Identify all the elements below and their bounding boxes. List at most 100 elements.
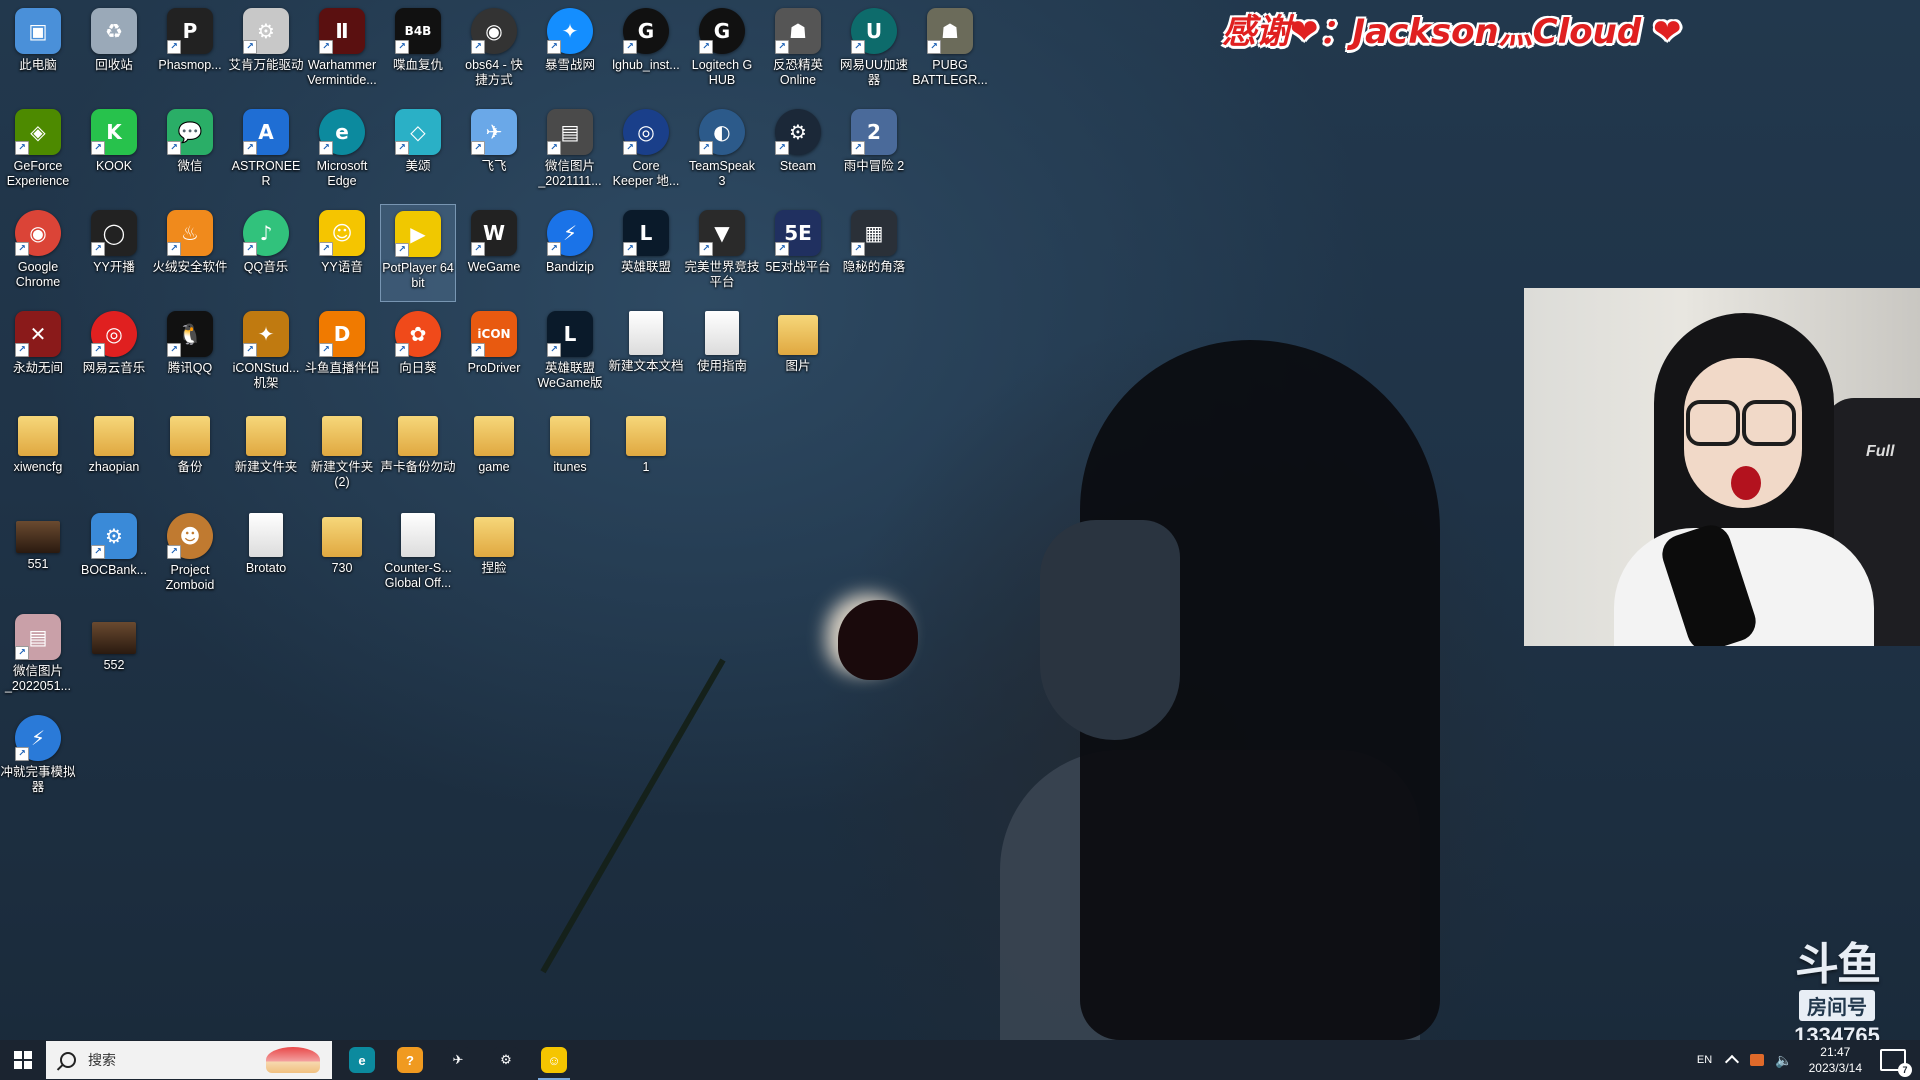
desktop-icon-item-37[interactable]: ✕ ↗ 永劫无间 xyxy=(0,305,76,403)
desktop-icon-1[interactable]: 1 xyxy=(608,406,684,504)
desktop-icon-item-15[interactable]: 💬 ↗ 微信 xyxy=(152,103,228,201)
desktop-icon-item-66[interactable]: ⚡ ↗ 冲就完事模拟 器 xyxy=(0,709,76,807)
taskbar-search-box[interactable]: 搜索 xyxy=(46,1041,332,1079)
desktop-icon-kook[interactable]: K ↗ KOOK xyxy=(76,103,152,201)
search-highlight-cake-icon[interactable] xyxy=(266,1047,320,1073)
taskbar-app-button[interactable]: ✈ xyxy=(434,1040,482,1080)
desktop-icon-lghub-inst[interactable]: G ↗ lghub_inst... xyxy=(608,2,684,100)
desktop-icon-2[interactable]: 新建文件夹 (2) xyxy=(304,406,380,504)
shortcut-arrow-icon: ↗ xyxy=(243,343,257,357)
desktop-icon-bandizip[interactable]: ⚡ ↗ Bandizip xyxy=(532,204,608,302)
taskbar-app-button[interactable]: ? xyxy=(386,1040,434,1080)
desktop-icon-item-51[interactable]: 新建文件夹 xyxy=(228,406,304,504)
desktop-icon-microsoft-edge[interactable]: e ↗ Microsoft Edge xyxy=(304,103,380,201)
desktop-icon-teamspeak-3[interactable]: ◐ ↗ TeamSpeak 3 xyxy=(684,103,760,201)
input-language[interactable]: EN xyxy=(1697,1054,1712,1066)
desktop-icon-label: ProDriver xyxy=(467,361,521,375)
desktop-icon-item-53[interactable]: 声卡备份勿动 xyxy=(380,406,456,504)
tray-app-icon[interactable] xyxy=(1750,1054,1765,1066)
desktop-icon-qq[interactable]: ♪ ↗ QQ音乐 xyxy=(228,204,304,302)
desktop-icon-item-1[interactable]: ♻ 回收站 xyxy=(76,2,152,100)
desktop-icon-brotato[interactable]: Brotato xyxy=(228,507,304,605)
shortcut-arrow-icon: ↗ xyxy=(623,242,637,256)
webcam-overlay: Full xyxy=(1524,288,1920,646)
desktop-icon-itunes[interactable]: itunes xyxy=(532,406,608,504)
desktop-icon-2021111[interactable]: ▤ ↗ 微信图片 _2021111... xyxy=(532,103,608,201)
desktop-icon-552[interactable]: 552 xyxy=(76,608,152,706)
desktop-icon-potplayer-64-bit[interactable]: ▶ ↗ PotPlayer 64 bit xyxy=(380,204,456,302)
desktop-icon-item-27[interactable]: ♨ ↗ 火绒安全软件 xyxy=(152,204,228,302)
app-icon: ☺ ↗ xyxy=(319,210,365,256)
desktop-icon-730[interactable]: 730 xyxy=(304,507,380,605)
desktop-icon-project-zomboid[interactable]: ☻ ↗ Project Zomboid xyxy=(152,507,228,605)
shortcut-arrow-icon: ↗ xyxy=(319,242,333,256)
taskbar-app-button[interactable]: ⚙ xyxy=(482,1040,530,1080)
show-hidden-icons-chevron-icon[interactable] xyxy=(1725,1054,1740,1070)
shortcut-arrow-icon: ↗ xyxy=(395,141,409,155)
desktop-icon-2[interactable]: 2 ↗ 雨中冒险 2 xyxy=(836,103,912,201)
desktop-icon-geforce-experience[interactable]: ◈ ↗ GeForce Experience xyxy=(0,103,76,201)
desktop-icon-game[interactable]: game xyxy=(456,406,532,504)
desktop-icon-pubg-battlegr[interactable]: ☗ ↗ PUBG BATTLEGR... xyxy=(912,2,988,100)
desktop-icon-core-keeper[interactable]: ◎ ↗ Core Keeper 地... xyxy=(608,103,684,201)
desktop-icon-online[interactable]: ☗ ↗ 反恐精英 Online xyxy=(760,2,836,100)
desktop-icon-item-5[interactable]: B4B ↗ 喋血复仇 xyxy=(380,2,456,100)
start-button[interactable] xyxy=(0,1040,46,1080)
desktop-icon-logitech-g-hub[interactable]: G ↗ Logitech G HUB xyxy=(684,2,760,100)
desktop-icon-item-18[interactable]: ◇ ↗ 美颂 xyxy=(380,103,456,201)
desktop-icon-uu[interactable]: U ↗ 网易UU加速 器 xyxy=(836,2,912,100)
desktop-icon-label: 730 xyxy=(331,561,353,575)
desktop-icon-item-33[interactable]: L ↗ 英雄联盟 xyxy=(608,204,684,302)
desktop-icon-zhaopian[interactable]: zhaopian xyxy=(76,406,152,504)
desktop-icon-item-38[interactable]: ◎ ↗ 网易云音乐 xyxy=(76,305,152,403)
desktop-icon-item-3[interactable]: ⚙ ↗ 艾肯万能驱动 xyxy=(228,2,304,100)
taskbar-app-button[interactable]: ☺ xyxy=(530,1040,578,1080)
desktop-icon-item-7[interactable]: ✦ ↗ 暴雪战网 xyxy=(532,2,608,100)
taskbar-clock[interactable]: 21:47 2023/3/14 xyxy=(1809,1044,1862,1076)
desktop-icon-item-47[interactable]: 图片 xyxy=(760,305,836,403)
desktop-icon-label: 腾讯QQ xyxy=(167,361,213,375)
desktop-icon-item-46[interactable]: 使用指南 xyxy=(684,305,760,403)
desktop-icon-551[interactable]: 551 xyxy=(0,507,76,605)
shortcut-arrow-icon: ↗ xyxy=(395,40,409,54)
app-icon: 💬 ↗ xyxy=(167,109,213,155)
desktop-icon-label: 新建文件夹 xyxy=(234,460,298,474)
desktop-icon-bocbank[interactable]: ⚙ ↗ BOCBank... xyxy=(76,507,152,605)
desktop-icon-item-41[interactable]: D ↗ 斗鱼直播伴侣 xyxy=(304,305,380,403)
desktop-icon-yy[interactable]: ◯ ↗ YY开播 xyxy=(76,204,152,302)
desktop-icon-google-chrome[interactable]: ◉ ↗ Google Chrome xyxy=(0,204,76,302)
desktop-icon-item-34[interactable]: ▼ ↗ 完美世界竞技 平台 xyxy=(684,204,760,302)
desktop-icon-iconstud[interactable]: ✦ ↗ iCONStud... 机架 xyxy=(228,305,304,403)
shortcut-arrow-icon: ↗ xyxy=(927,40,941,54)
desktop-icon-counter-s-global-off[interactable]: Counter-S... Global Off... xyxy=(380,507,456,605)
desktop-icon-item-50[interactable]: 备份 xyxy=(152,406,228,504)
desktop-icon-qq[interactable]: 🐧 ↗ 腾讯QQ xyxy=(152,305,228,403)
desktop-icon-wegame[interactable]: W ↗ WeGame xyxy=(456,204,532,302)
desktop-icon-xiwencfg[interactable]: xiwencfg xyxy=(0,406,76,504)
desktop-icon-warhammer-vermintide[interactable]: Ⅱ ↗ Warhammer Vermintide... xyxy=(304,2,380,100)
desktop-icon-label: xiwencfg xyxy=(13,460,63,474)
desktop-icon-astroneer[interactable]: A ↗ ASTRONEER xyxy=(228,103,304,201)
desktop-icon-5e[interactable]: 5E ↗ 5E对战平台 xyxy=(760,204,836,302)
shortcut-arrow-icon: ↗ xyxy=(471,242,485,256)
desktop-icon-item-0[interactable]: ▣ 此电脑 xyxy=(0,2,76,100)
desktop-icon-prodriver[interactable]: iCON ↗ ProDriver xyxy=(456,305,532,403)
desktop-icon-label: Brotato xyxy=(245,561,287,575)
desktop-icon-obs64[interactable]: ◉ ↗ obs64 - 快 捷方式 xyxy=(456,2,532,100)
desktop-icon-steam[interactable]: ⚙ ↗ Steam xyxy=(760,103,836,201)
app-icon: ◉ ↗ xyxy=(15,210,61,256)
desktop-icon-label: 551 xyxy=(27,557,49,571)
shortcut-arrow-icon: ↗ xyxy=(15,242,29,256)
desktop-icon-phasmop[interactable]: P ↗ Phasmop... xyxy=(152,2,228,100)
notification-center-icon[interactable]: 7 xyxy=(1880,1049,1912,1077)
desktop-icon-item-45[interactable]: 新建文本文档 xyxy=(608,305,684,403)
desktop-icon-wegame[interactable]: L ↗ 英雄联盟 WeGame版 xyxy=(532,305,608,403)
desktop-icon-item-63[interactable]: 捏脸 xyxy=(456,507,532,605)
desktop-icon-item-42[interactable]: ✿ ↗ 向日葵 xyxy=(380,305,456,403)
desktop-icon-item-19[interactable]: ✈ ↗ 飞飞 xyxy=(456,103,532,201)
desktop-icon-item-36[interactable]: ▦ ↗ 隐秘的角落 xyxy=(836,204,912,302)
desktop-icon-2022051[interactable]: ▤ ↗ 微信图片 _2022051... xyxy=(0,608,76,706)
speaker-icon[interactable]: 🔈 xyxy=(1775,1052,1792,1069)
taskbar-app-button[interactable]: e xyxy=(338,1040,386,1080)
desktop-icon-yy[interactable]: ☺ ↗ YY语音 xyxy=(304,204,380,302)
